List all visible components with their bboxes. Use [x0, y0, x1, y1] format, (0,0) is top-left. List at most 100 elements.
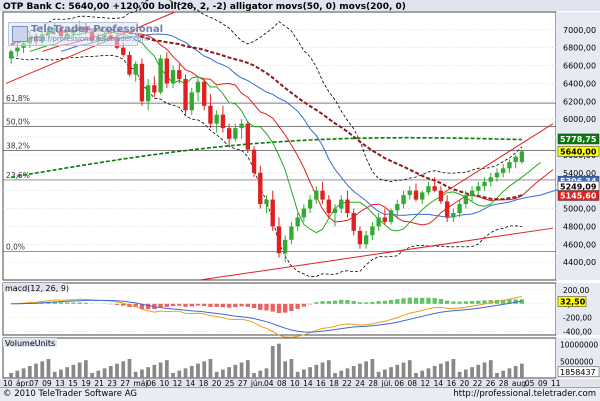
volume-bar [470, 367, 474, 378]
volume-bar [159, 363, 163, 379]
candle-body [264, 200, 268, 204]
macd-histogram-bar [190, 304, 194, 307]
candle-body [158, 58, 162, 92]
candle-body [271, 200, 275, 227]
volume-bar [28, 366, 32, 378]
volume-bar [383, 370, 387, 379]
macd-histogram-bar [246, 304, 250, 307]
volume-bar [371, 359, 375, 378]
macd-histogram-bar [414, 298, 418, 304]
macd-histogram-bar [352, 301, 356, 304]
macd-histogram-bar [439, 299, 443, 304]
candle-body [364, 235, 368, 244]
volume-bar [59, 370, 63, 379]
volume-bar [165, 360, 169, 378]
footer-url[interactable]: http://professional.teletrader.com [453, 389, 596, 399]
candle-body [320, 191, 324, 200]
candle-body [183, 79, 187, 110]
volume-bar [246, 360, 250, 378]
candle-body [395, 204, 399, 210]
candle-body [370, 226, 374, 235]
volume-value-label: 1858437 [560, 368, 596, 377]
candle-body [457, 204, 461, 213]
candle-body [426, 186, 430, 192]
macd-histogram-bar [283, 304, 287, 313]
volume-bar [202, 361, 206, 378]
macd-histogram-bar [364, 302, 368, 303]
y-tick-label: 4600,00 [563, 240, 596, 249]
volume-bar [209, 359, 213, 378]
volume-bar [427, 368, 431, 378]
candle-body [258, 173, 262, 204]
volume-tick-label: 5000000 [560, 357, 594, 366]
macd-histogram-bar [252, 304, 256, 308]
volume-bar [258, 371, 262, 378]
macd-histogram-bar [264, 304, 268, 311]
candle-body [295, 217, 299, 226]
macd-histogram-bar [320, 301, 324, 304]
macd-histogram-bar [451, 301, 455, 303]
macd-histogram-bar [115, 304, 119, 305]
volume-bar [339, 371, 343, 378]
macd-histogram-bar [177, 304, 181, 306]
candle-body [389, 210, 393, 222]
candle-body [345, 200, 349, 213]
price-tag-label: 5249,09 [560, 182, 597, 191]
volume-bar [53, 372, 57, 378]
macd-histogram-bar [59, 302, 63, 303]
volume-bar [271, 346, 275, 378]
candle-body [507, 162, 511, 168]
y-tick-label: 4800,00 [563, 222, 596, 231]
volume-bar [215, 372, 219, 378]
volume-bar [333, 373, 337, 378]
y-tick-label: 5000,00 [563, 205, 596, 214]
volume-bar [78, 363, 82, 379]
volume-bar [364, 361, 368, 378]
volume-bar [283, 361, 287, 378]
candle-body [520, 151, 524, 162]
volume-bar [308, 367, 312, 378]
y-tick-label: 7000,00 [563, 26, 596, 35]
volume-bar [96, 371, 100, 378]
macd-histogram-bar [445, 301, 449, 304]
volume-bar [90, 373, 94, 378]
candle-body [15, 48, 19, 52]
fib-label: 50,0% [6, 117, 30, 126]
volume-bar [402, 363, 406, 379]
macd-histogram-bar [221, 304, 225, 307]
candle-body [445, 201, 449, 217]
watermark-url: http://professional.teletrader.com [31, 35, 148, 43]
volume-bar [140, 370, 144, 379]
volume-bar [233, 365, 237, 378]
volume-bar [514, 366, 518, 378]
macd-histogram-bar [158, 304, 162, 307]
macd-label: macd(12, 26, 9) [5, 284, 69, 293]
candle-body [177, 70, 181, 79]
volume-bar [296, 372, 300, 378]
macd-histogram-bar [165, 304, 169, 307]
macd-histogram-bar [308, 304, 312, 305]
volume-bar [501, 371, 505, 378]
chart-root: OTP Bank C: 5640,00 +120,00 boll(20, 2, … [0, 0, 600, 400]
macd-histogram-bar [457, 302, 461, 304]
volume-bar [414, 373, 418, 378]
macd-histogram-bar [358, 302, 362, 304]
candle-body [470, 191, 474, 195]
volume-bar [72, 365, 76, 378]
candle-body [489, 177, 493, 181]
candle-body [495, 173, 499, 177]
macd-histogram-bar [196, 304, 200, 306]
watermark-title: TeleTrader Professional [31, 24, 163, 35]
y-tick-label: 6200,00 [563, 97, 596, 106]
candle-body [433, 186, 437, 190]
macd-histogram-bar [464, 301, 468, 303]
candle-body [333, 209, 337, 213]
macd-histogram-bar [289, 304, 293, 311]
macd-histogram-bar [333, 301, 337, 304]
macd-tick-label: -200,00 [563, 314, 592, 323]
candle-body [9, 51, 13, 58]
candle-body [383, 217, 387, 221]
macd-histogram-bar [327, 301, 331, 304]
macd-histogram-bar [171, 304, 175, 306]
volume-bar [408, 360, 412, 378]
